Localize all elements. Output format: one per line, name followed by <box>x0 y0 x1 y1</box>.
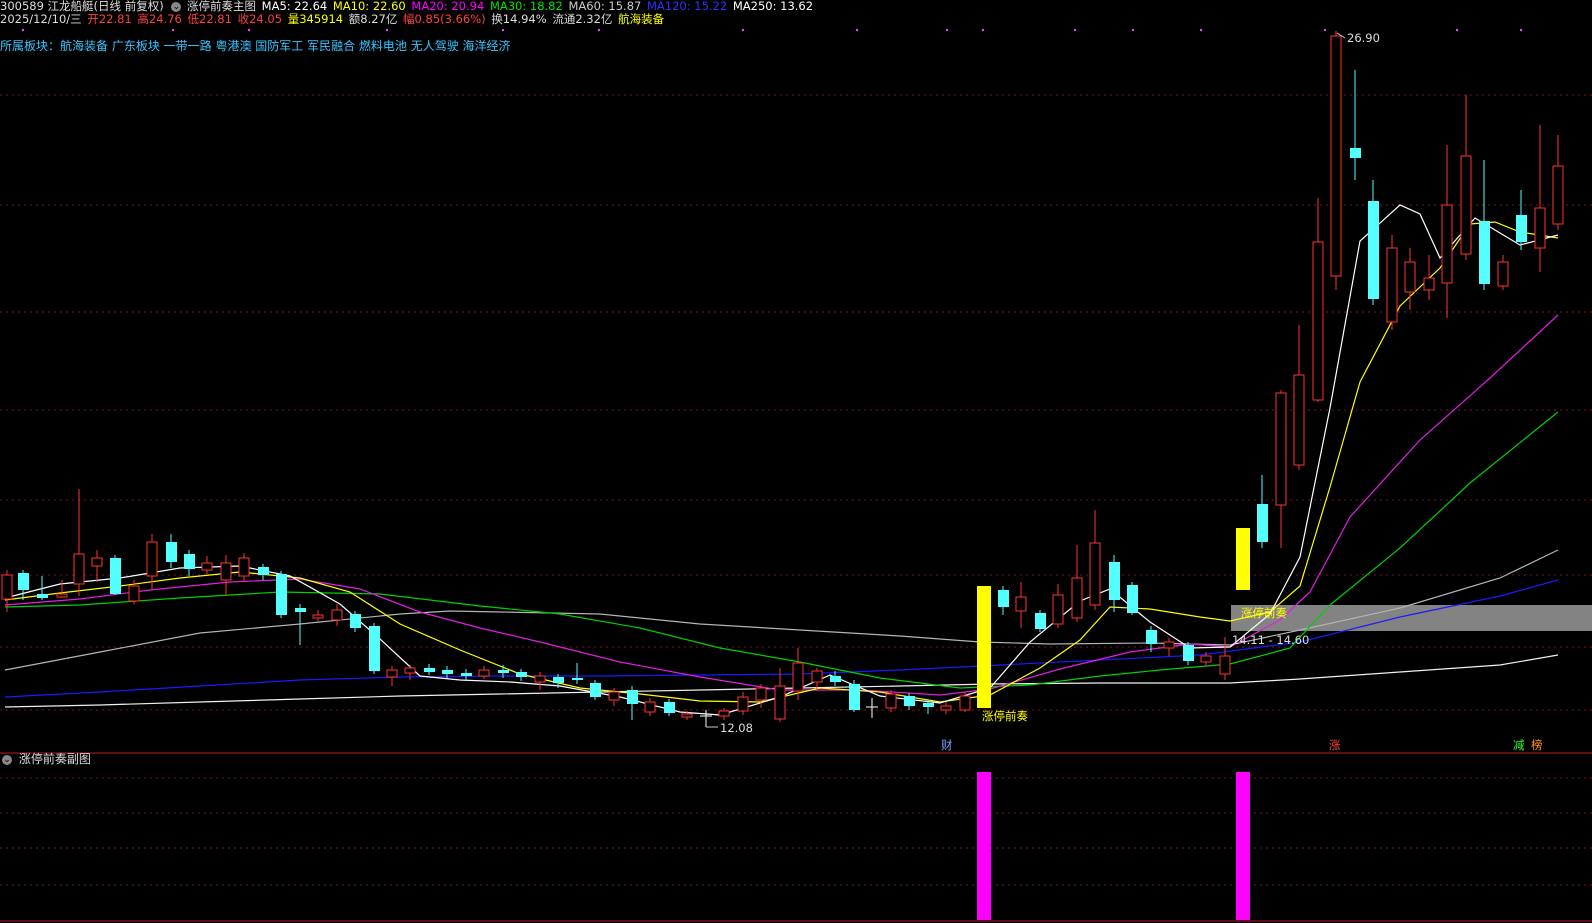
low-price-label: 12.08 <box>720 721 753 735</box>
marker-bang[interactable]: 榜 <box>1531 737 1543 753</box>
event-dots <box>22 29 1522 31</box>
marker-zhang[interactable]: 涨 <box>1329 737 1341 753</box>
sub-panel-header: ⌄ 涨停前奏副图 <box>0 750 91 767</box>
signal-label-bottom: 涨停前奏 <box>982 709 1028 723</box>
ma120-line <box>4 579 1559 698</box>
range-label: 14.11 - 14.60 <box>1232 633 1310 647</box>
marker-cai[interactable]: 财 <box>941 737 953 753</box>
sub-grid <box>0 777 1592 886</box>
signal-label-range: 涨停前奏 <box>1241 606 1287 620</box>
chevron-down-icon[interactable]: ⌄ <box>2 754 12 765</box>
sub-signal-bars <box>977 772 1250 920</box>
kline-chart-canvas[interactable] <box>0 0 1592 923</box>
high-price-label: 26.90 <box>1347 31 1380 45</box>
sub-panel-title[interactable]: 涨停前奏副图 <box>19 752 91 766</box>
marker-jian[interactable]: 减 <box>1513 737 1525 753</box>
ma5-line <box>4 204 1559 716</box>
